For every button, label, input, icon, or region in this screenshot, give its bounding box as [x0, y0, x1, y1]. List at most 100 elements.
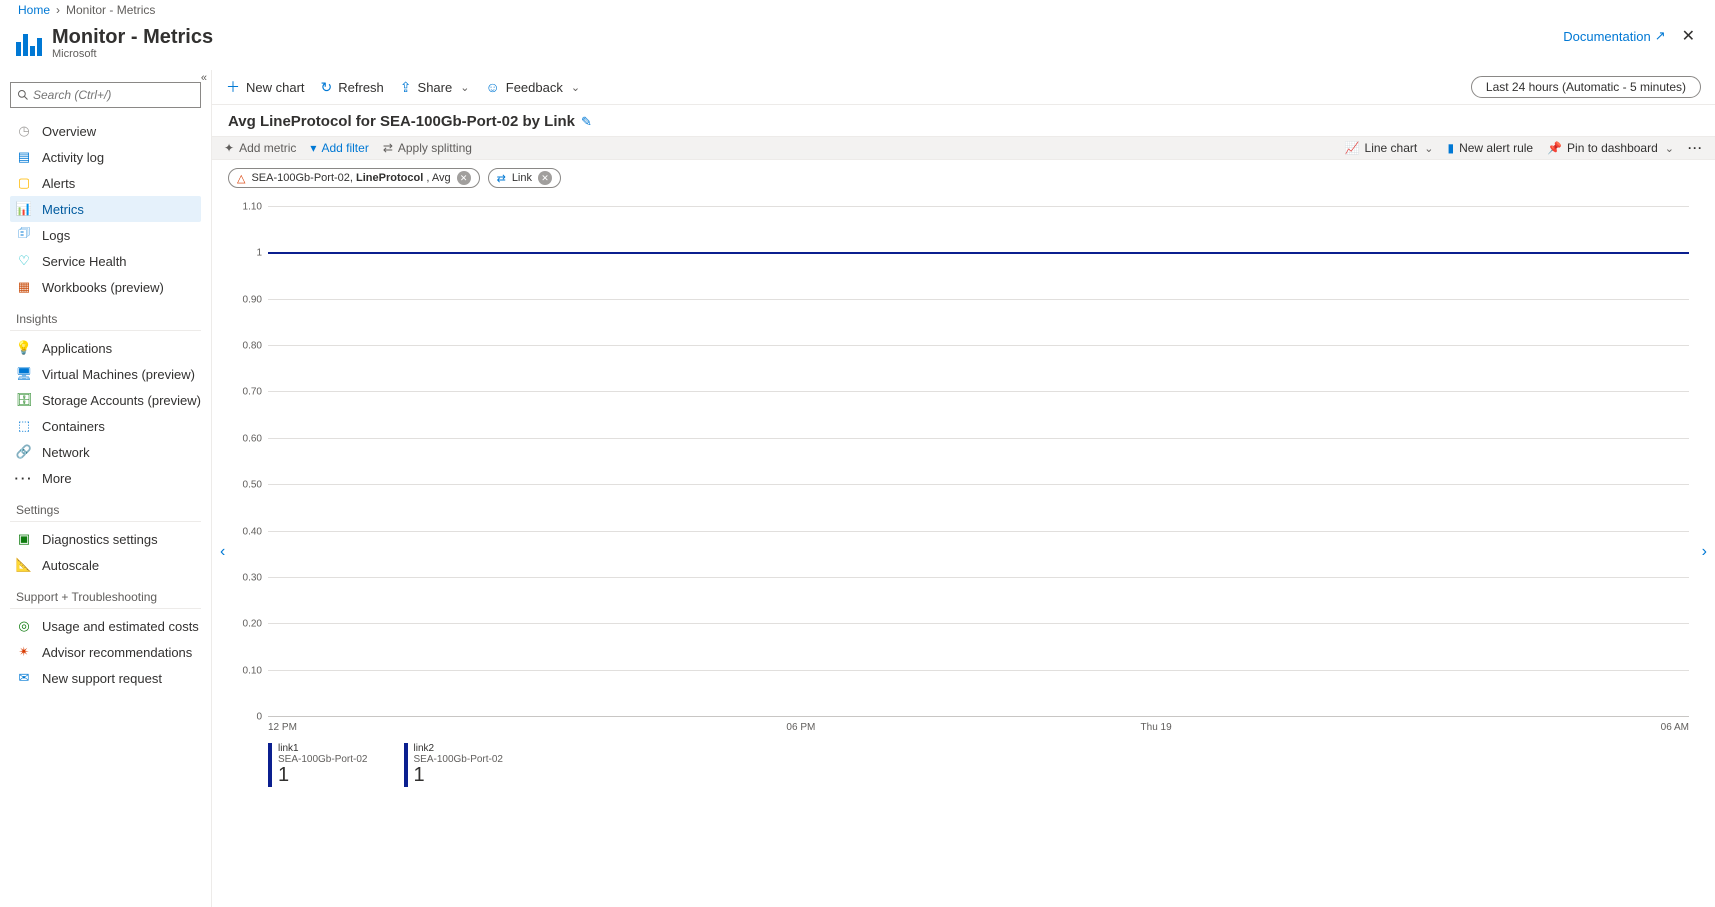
- vm-icon: 🖥: [16, 366, 32, 382]
- sidebar-item-diagnostics-settings[interactable]: ▣ Diagnostics settings: [10, 526, 201, 552]
- collapse-sidebar-icon[interactable]: «: [201, 72, 207, 84]
- sidebar-section-support: Support + Troubleshooting: [10, 578, 201, 609]
- chart-x-axis: 12 PM06 PMThu 1906 AM: [238, 716, 1689, 733]
- sidebar-item-label: Usage and estimated costs: [42, 619, 199, 634]
- sidebar-item-alerts[interactable]: ▢ Alerts: [10, 170, 201, 196]
- breadcrumb: Home › Monitor - Metrics: [0, 0, 1715, 20]
- edit-title-icon[interactable]: ✎: [581, 114, 592, 130]
- sidebar-item-label: Workbooks (preview): [42, 280, 164, 295]
- sidebar-item-logs[interactable]: 🗊Logs: [10, 222, 201, 248]
- sidebar-item-label: Advisor recommendations: [42, 645, 192, 660]
- search-icon: [17, 89, 29, 101]
- sidebar-item-label: Containers: [42, 419, 105, 434]
- monitor-brand-icon: [16, 28, 44, 56]
- sidebar-item-new-support-request[interactable]: ✉New support request: [10, 665, 201, 691]
- storage-icon: 🗄: [16, 392, 32, 408]
- sidebar-item-label: Metrics: [42, 202, 84, 217]
- legend-item[interactable]: link2 SEA-100Gb-Port-02 1: [404, 743, 510, 787]
- legend-item[interactable]: link1 SEA-100Gb-Port-02 1: [268, 743, 374, 787]
- metric-chip[interactable]: △ SEA-100Gb-Port-02, LineProtocol , Avg …: [228, 168, 480, 188]
- new-alert-button[interactable]: ▮ New alert rule: [1447, 141, 1533, 155]
- sidebar-item-label: Storage Accounts (preview): [42, 393, 201, 408]
- breadcrumb-home[interactable]: Home: [18, 3, 50, 17]
- sidebar-item-label: Virtual Machines (preview): [42, 367, 195, 382]
- gauge-icon: ◷: [16, 123, 32, 139]
- y-tick-label: 0.90: [243, 294, 262, 305]
- toolbar: ＋ New chart ↻ Refresh ⇪ Share ☺ Feedback…: [212, 70, 1715, 105]
- chart-title-row: Avg LineProtocol for SEA-100Gb-Port-02 b…: [212, 105, 1715, 136]
- y-tick-label: 0.60: [243, 433, 262, 444]
- sidebar-item-network[interactable]: 🔗Network: [10, 439, 201, 465]
- sidebar-item-virtual-machines-preview-[interactable]: 🖥 Virtual Machines (preview): [10, 361, 201, 387]
- sidebar-item-service-health[interactable]: ♡Service Health: [10, 248, 201, 274]
- sidebar-item-label: Alerts: [42, 176, 75, 191]
- diag-icon: ▣: [16, 531, 32, 547]
- x-tick-label: 06 PM: [623, 722, 978, 733]
- chart-area: ‹ › 1.1010.900.800.700.600.500.400.300.2…: [212, 196, 1715, 907]
- sidebar-item-label: Overview: [42, 124, 96, 139]
- search-input[interactable]: [33, 88, 194, 102]
- sidebar-item-label: Diagnostics settings: [42, 532, 158, 547]
- sidebar-item-label: More: [42, 471, 72, 486]
- sidebar-item-metrics[interactable]: 📊Metrics: [10, 196, 201, 222]
- sidebar-item-label: Logs: [42, 228, 70, 243]
- legend-series-value: 1: [278, 764, 368, 787]
- usage-icon: ◎: [16, 618, 32, 634]
- sidebar: « ◷ Overview ▤ Activity log ▢ Alerts 📊Metrics🗊…: [0, 70, 212, 907]
- legend-series-resource: SEA-100Gb-Port-02: [414, 754, 504, 765]
- remove-chip-icon[interactable]: ✕: [538, 171, 552, 185]
- filter-icon: ▾: [310, 141, 316, 155]
- split-chip[interactable]: ⇄ Link ✕: [488, 168, 561, 188]
- external-link-icon: ↗: [1655, 28, 1666, 44]
- y-tick-label: 0: [256, 712, 262, 723]
- sidebar-search[interactable]: [10, 82, 201, 108]
- remove-chip-icon[interactable]: ✕: [457, 171, 471, 185]
- documentation-link[interactable]: Documentation ↗: [1563, 28, 1665, 44]
- apply-splitting-button[interactable]: ⇄ Apply splitting: [383, 141, 472, 155]
- feedback-button[interactable]: ☺ Feedback: [485, 80, 580, 95]
- chart-data-line: [268, 252, 1689, 254]
- sidebar-item-autoscale[interactable]: 📐Autoscale: [10, 552, 201, 578]
- chart-legend: link1 SEA-100Gb-Port-02 1 link2 SEA-100Gb…: [238, 733, 1689, 787]
- sidebar-item-label: Activity log: [42, 150, 104, 165]
- chart-next-icon[interactable]: ›: [1696, 537, 1713, 567]
- sidebar-item-applications[interactable]: 💡Applications: [10, 335, 201, 361]
- chart-type-selector[interactable]: 📈 Line chart: [1345, 141, 1434, 155]
- chart-plot[interactable]: 1.1010.900.800.700.600.500.400.300.200.1…: [268, 206, 1689, 716]
- filter-bar: ✦ Add metric ▾ Add filter ⇄ Apply splitt…: [212, 136, 1715, 160]
- chart-prev-icon[interactable]: ‹: [214, 537, 231, 567]
- advisor-icon: ✴: [16, 644, 32, 660]
- sidebar-item-activity-log[interactable]: ▤ Activity log: [10, 144, 201, 170]
- sidebar-item-storage-accounts-preview-[interactable]: 🗄 Storage Accounts (preview): [10, 387, 201, 413]
- share-button[interactable]: ⇪ Share: [400, 80, 470, 95]
- log-icon: ▤: [16, 149, 32, 165]
- page-title: Monitor - Metrics: [52, 26, 213, 48]
- more-options-button[interactable]: ···: [1688, 141, 1703, 155]
- sidebar-item-usage-and-estimated-costs[interactable]: ◎ Usage and estimated costs: [10, 613, 201, 639]
- legend-series-value: 1: [414, 764, 504, 787]
- page-header: Monitor - Metrics Microsoft Documentatio…: [0, 20, 1715, 70]
- sidebar-item-label: New support request: [42, 671, 162, 686]
- sidebar-item-label: Service Health: [42, 254, 127, 269]
- line-chart-icon: 📈: [1345, 141, 1360, 155]
- alert-icon: ▢: [16, 175, 32, 191]
- sidebar-item-more[interactable]: ···More: [10, 465, 201, 491]
- pin-dashboard-button[interactable]: 📌 Pin to dashboard: [1547, 141, 1674, 155]
- close-icon[interactable]: ✕: [1678, 26, 1699, 46]
- new-chart-button[interactable]: ＋ New chart: [226, 80, 305, 95]
- sidebar-item-containers[interactable]: ⬚Containers: [10, 413, 201, 439]
- sidebar-item-workbooks-preview-[interactable]: ▦Workbooks (preview): [10, 274, 201, 300]
- filter-chips-row: △ SEA-100Gb-Port-02, LineProtocol , Avg …: [212, 160, 1715, 196]
- app-icon: 💡: [16, 340, 32, 356]
- network-icon: 🔗: [16, 444, 32, 460]
- sidebar-item-advisor-recommendations[interactable]: ✴ Advisor recommendations: [10, 639, 201, 665]
- y-tick-label: 0.80: [243, 341, 262, 352]
- add-filter-button[interactable]: ▾ Add filter: [310, 141, 368, 155]
- add-metric-button[interactable]: ✦ Add metric: [224, 141, 296, 155]
- refresh-button[interactable]: ↻ Refresh: [321, 80, 384, 95]
- sidebar-item-overview[interactable]: ◷ Overview: [10, 118, 201, 144]
- sparkle-icon: ✦: [224, 141, 234, 155]
- sidebar-section-insights: Insights: [10, 300, 201, 331]
- sidebar-section-settings: Settings: [10, 491, 201, 522]
- time-range-selector[interactable]: Last 24 hours (Automatic - 5 minutes): [1471, 76, 1701, 98]
